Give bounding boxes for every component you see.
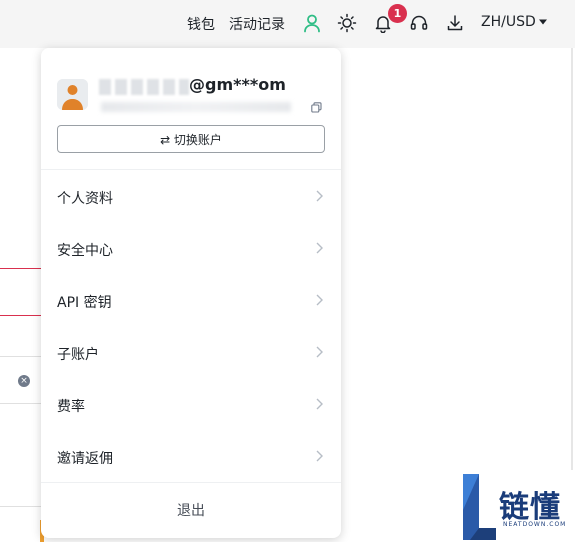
menu-item-label: 个人资料 [57,191,113,207]
download-icon[interactable] [445,13,465,33]
nav-activity-link[interactable]: 活动记录 [229,14,285,34]
email-redacted-prefix [99,79,189,95]
nav-wallet-link[interactable]: 钱包 [187,14,215,34]
caret-down-icon [538,19,547,25]
copy-icon[interactable] [311,102,322,113]
menu-item-security[interactable]: 安全中心 [41,228,341,268]
background-input-border [0,268,42,269]
chevron-right-icon [316,346,323,358]
menu-item-sub-accounts[interactable]: 子账户 [41,332,341,372]
locale-currency-selector[interactable]: ZH/USD [481,14,548,30]
menu-item-fees[interactable]: 费率 [41,384,341,424]
uid-redacted [101,102,291,112]
chevron-right-icon [316,450,323,462]
background-scrollbar [571,48,573,470]
menu-item-label: 安全中心 [57,243,113,259]
account-email: @gm***om [189,75,286,94]
menu-item-label: 邀请返佣 [57,451,113,467]
chevron-right-icon [316,190,323,202]
switch-account-button[interactable]: ⇄ 切换账户 [57,125,325,153]
watermark-subtext: NEATDOWN.COM [503,521,567,528]
menu-item-label: 费率 [57,399,85,415]
menu-item-profile[interactable]: 个人资料 [41,176,341,216]
menu-item-api-keys[interactable]: API 密钥 [41,280,341,320]
logout-button[interactable]: 退出 [41,498,341,524]
chevron-right-icon [316,242,323,254]
switch-account-label: ⇄ 切换账户 [160,132,222,147]
headset-icon[interactable] [409,13,429,33]
background-input-border [0,315,42,316]
user-icon[interactable] [302,13,322,33]
user-avatar-icon [57,79,88,110]
chevron-right-icon [316,294,323,306]
watermark-text: 链懂 [499,490,561,525]
account-dropdown-panel: @gm***om ⇄ 切换账户 个人资料 安全中心 API 密钥 子账户 费率 … [41,48,341,538]
menu-item-referral[interactable]: 邀请返佣 [41,436,341,476]
divider [41,482,341,483]
top-navbar: 钱包 活动记录 1 ZH/USD [0,0,575,48]
avatar [57,79,88,110]
clear-input-icon[interactable]: × [18,375,30,387]
background-divider [0,356,42,357]
sun-icon[interactable] [337,13,357,33]
background-divider [0,403,42,404]
locale-label: ZH/USD [481,14,536,30]
menu-item-label: API 密钥 [57,295,112,311]
chevron-right-icon [316,398,323,410]
menu-item-label: 子账户 [57,347,99,363]
background-divider [0,506,42,507]
divider [41,169,341,170]
notification-badge: 1 [388,4,407,23]
